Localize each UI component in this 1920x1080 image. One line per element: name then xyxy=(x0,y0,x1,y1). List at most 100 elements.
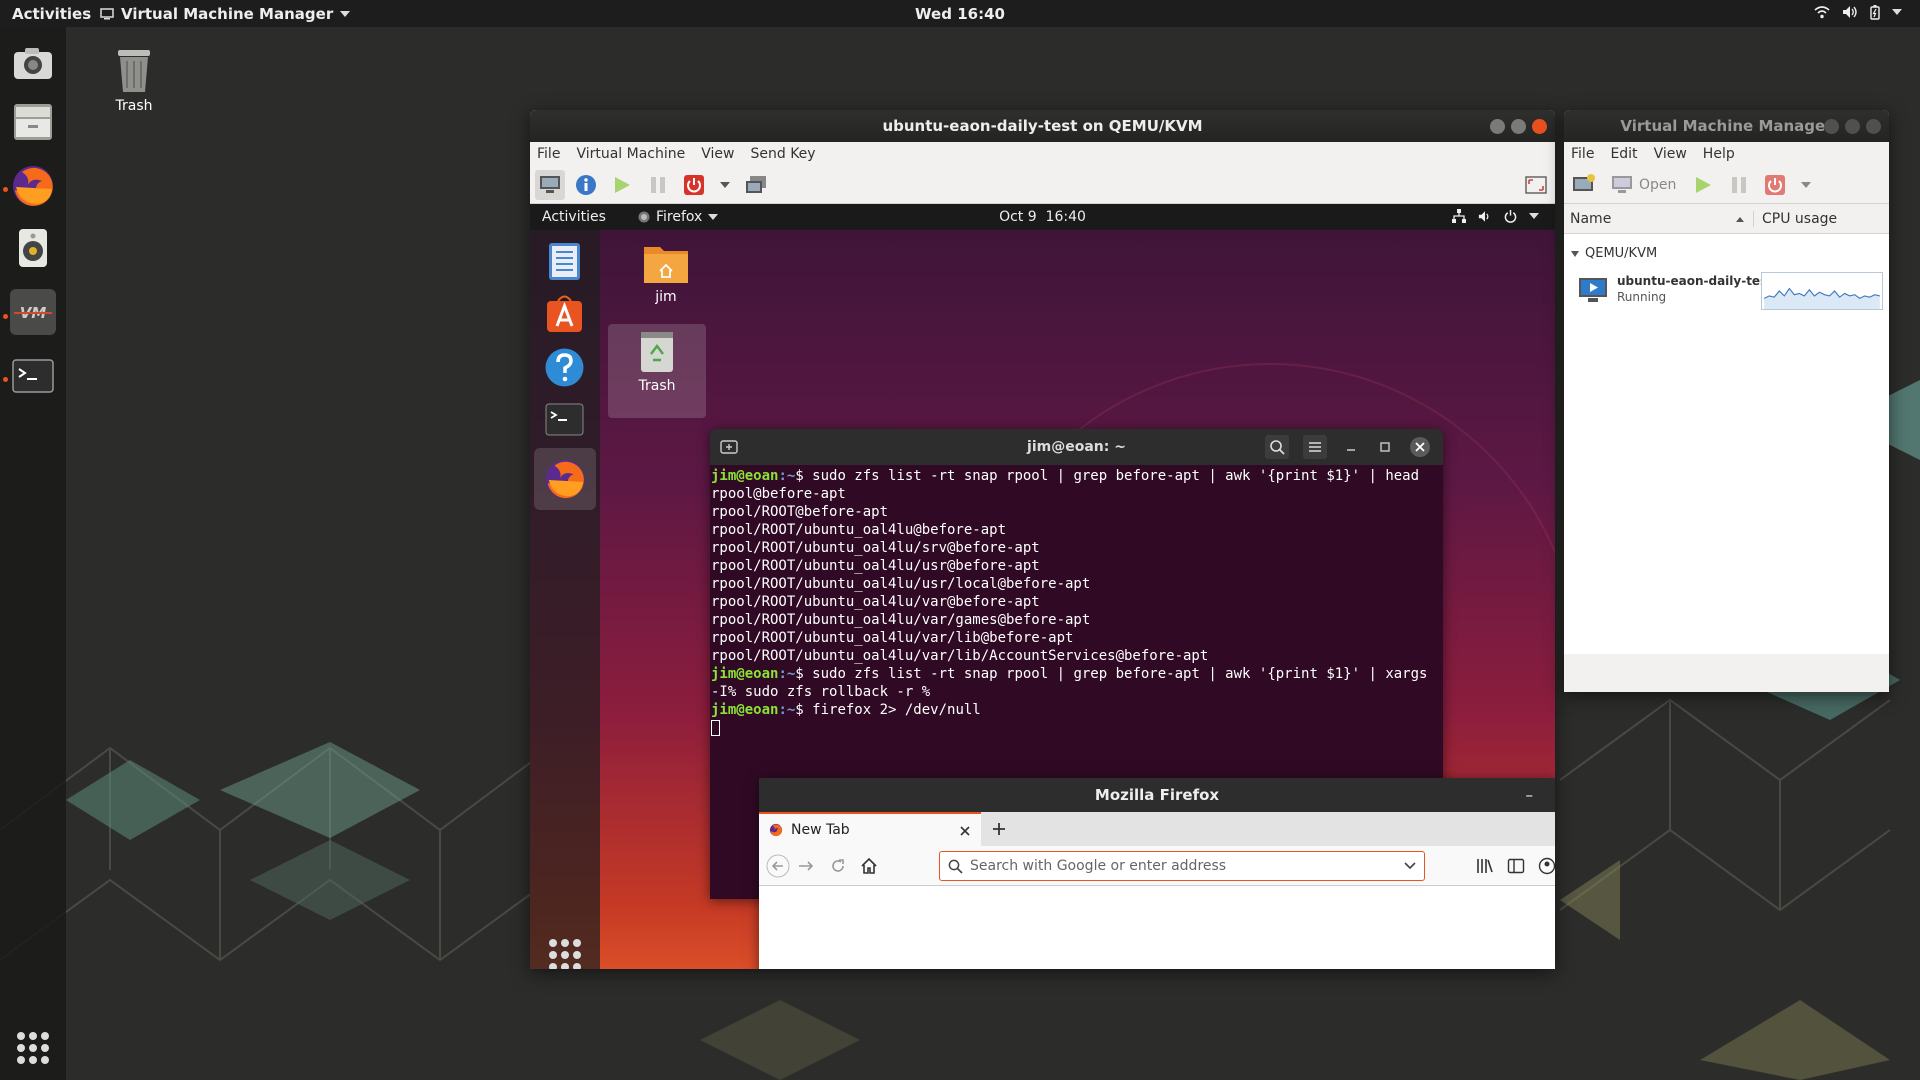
firefox-icon[interactable] xyxy=(10,163,56,209)
search-icon[interactable] xyxy=(1265,435,1289,459)
fullscreen-button[interactable] xyxy=(1521,170,1551,200)
chevron-down-icon xyxy=(720,181,730,188)
menu-view[interactable]: View xyxy=(1654,146,1687,162)
close-tab-icon[interactable] xyxy=(959,825,971,837)
close-icon[interactable] xyxy=(1409,436,1431,458)
new-tab-icon[interactable] xyxy=(720,438,738,456)
output-line: rpool@before-apt xyxy=(711,486,846,502)
maximize-button[interactable] xyxy=(1511,119,1526,134)
run-button[interactable] xyxy=(1688,170,1718,200)
close-button[interactable] xyxy=(1866,119,1881,134)
open-button[interactable]: Open xyxy=(1605,175,1682,195)
run-button[interactable] xyxy=(607,170,637,200)
screenshot-app-icon[interactable] xyxy=(10,41,56,87)
minimize-icon[interactable] xyxy=(1341,437,1361,457)
shutdown-button[interactable] xyxy=(679,170,709,200)
guest-display[interactable]: Activities Firefox Oct 9 16:40 jim Trash… xyxy=(530,204,1555,969)
chevron-down-icon xyxy=(1529,213,1539,219)
show-applications-button[interactable] xyxy=(17,1032,49,1064)
account-icon[interactable] xyxy=(1538,857,1555,875)
back-icon[interactable] xyxy=(766,854,790,878)
snapshots-button[interactable] xyxy=(741,170,771,200)
column-name[interactable]: Name xyxy=(1564,210,1754,227)
output-line: rpool/ROOT/ubuntu_oal4lu@before-apt xyxy=(711,522,1007,538)
pause-button[interactable] xyxy=(1724,170,1754,200)
guest-software-icon[interactable] xyxy=(543,292,586,335)
firefox-minimize-button[interactable]: – xyxy=(1526,778,1534,812)
new-tab-icon[interactable] xyxy=(992,822,1006,836)
pause-button[interactable] xyxy=(643,170,673,200)
guest-show-applications-button[interactable] xyxy=(549,939,581,969)
connection-group[interactable]: QEMU/KVM xyxy=(1570,246,1657,261)
menu-help[interactable]: Help xyxy=(1703,146,1735,162)
guest-home-folder[interactable]: jim xyxy=(638,241,694,305)
new-vm-button[interactable] xyxy=(1569,170,1599,200)
guest-system-tray[interactable] xyxy=(1452,209,1539,223)
vm-viewer-toolbar xyxy=(530,166,1555,204)
terminal-titlebar[interactable]: jim@eoan: ~ xyxy=(710,429,1443,465)
minimize-button[interactable] xyxy=(1490,119,1505,134)
search-icon xyxy=(948,859,963,874)
rhythmbox-icon[interactable] xyxy=(10,225,56,271)
library-icon[interactable] xyxy=(1476,857,1494,875)
file-manager-icon[interactable] xyxy=(10,99,56,145)
system-tray[interactable] xyxy=(1814,4,1902,20)
snapshot-icon xyxy=(746,175,766,193)
console-view-button[interactable] xyxy=(535,169,565,200)
output-line: rpool/ROOT/ubuntu_oal4lu/var/games@befor… xyxy=(711,612,1091,628)
terminal-icon[interactable] xyxy=(10,353,56,399)
chevron-down-icon[interactable] xyxy=(1404,861,1416,871)
guest-firefox-icon[interactable] xyxy=(534,448,596,510)
guest-help-icon[interactable] xyxy=(543,346,586,389)
vmm-titlebar[interactable]: Virtual Machine Manager xyxy=(1564,110,1889,142)
maximize-icon[interactable] xyxy=(1375,437,1395,457)
terminal-output[interactable]: jim@eoan:~$ sudo zfs list -rt snap rpool… xyxy=(710,465,1443,739)
vm-viewer-title: ubuntu-eaon-daily-test on QEMU/KVM xyxy=(882,117,1203,135)
menu-send-key[interactable]: Send Key xyxy=(750,146,815,162)
minimize-button[interactable] xyxy=(1824,119,1839,134)
vm-row[interactable]: ubuntu-eaon-daily-test Running xyxy=(1564,270,1889,312)
guest-trash[interactable]: Trash xyxy=(608,324,706,418)
volume-icon xyxy=(1843,6,1857,18)
address-bar[interactable]: Search with Google or enter address xyxy=(939,851,1425,881)
guest-files-icon[interactable] xyxy=(543,240,586,283)
cpu-graph-area xyxy=(1764,288,1880,309)
menu-edit[interactable]: Edit xyxy=(1610,146,1637,162)
cpu-usage-graph xyxy=(1761,272,1883,310)
close-button[interactable] xyxy=(1532,119,1547,134)
host-clock[interactable]: Wed 16:40 xyxy=(0,5,1920,23)
vm-viewer-titlebar[interactable]: ubuntu-eaon-daily-test on QEMU/KVM xyxy=(530,110,1555,142)
firefox-window[interactable]: Mozilla Firefox – New Tab Search with Go… xyxy=(759,778,1555,969)
column-name-label: Name xyxy=(1570,210,1612,227)
hamburger-menu-icon[interactable] xyxy=(1303,435,1327,459)
forward-icon[interactable] xyxy=(797,857,815,875)
menu-virtual-machine[interactable]: Virtual Machine xyxy=(576,146,685,162)
virt-manager-icon[interactable]: VM xyxy=(10,289,56,335)
command-line-3: firefox 2> /dev/null xyxy=(803,702,981,718)
guest-clock[interactable]: Oct 9 16:40 xyxy=(530,209,1555,225)
details-button[interactable] xyxy=(571,170,601,200)
reload-icon[interactable] xyxy=(829,857,847,875)
chevron-down-icon xyxy=(1801,181,1812,188)
column-cpu-usage[interactable]: CPU usage xyxy=(1754,211,1837,227)
sidebar-icon[interactable] xyxy=(1507,857,1525,875)
battery-icon xyxy=(1870,5,1880,20)
firefox-navbar: Search with Google or enter address xyxy=(759,846,1555,886)
firefox-tab[interactable]: New Tab xyxy=(759,812,981,846)
vm-list[interactable]: QEMU/KVM ubuntu-eaon-daily-test Running xyxy=(1564,234,1889,654)
guest-terminal-icon[interactable] xyxy=(543,398,586,441)
output-line: rpool/ROOT/ubuntu_oal4lu/usr@before-apt xyxy=(711,558,1040,574)
menu-file[interactable]: File xyxy=(537,146,560,162)
firefox-titlebar[interactable]: Mozilla Firefox – xyxy=(759,778,1555,812)
shutdown-menu-button[interactable] xyxy=(1796,170,1816,200)
desktop-trash[interactable]: Trash xyxy=(104,44,164,114)
prompt-symbol: $ xyxy=(795,702,804,718)
fullscreen-icon xyxy=(1525,175,1547,194)
home-icon[interactable] xyxy=(860,857,878,875)
menu-view[interactable]: View xyxy=(701,146,734,162)
shutdown-menu-button[interactable] xyxy=(715,170,735,200)
shutdown-button[interactable] xyxy=(1760,170,1790,200)
maximize-button[interactable] xyxy=(1845,119,1860,134)
menu-file[interactable]: File xyxy=(1571,146,1594,162)
guest-top-bar: Activities Firefox Oct 9 16:40 xyxy=(530,204,1555,230)
